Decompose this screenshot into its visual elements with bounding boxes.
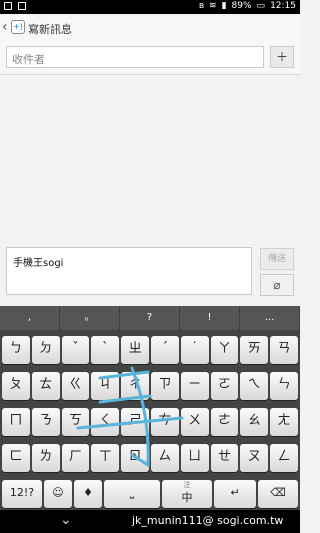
messaging-app-icon[interactable]: +) [11, 20, 25, 34]
key-row-2: ㄆ ㄊ ㄍ ㄐ ㄔ ㄗ ㄧ ㄛ ㄟ ㄣ [2, 372, 298, 400]
watermark: jk_munin111@ sogi.com.tw [132, 514, 284, 527]
compose-field[interactable]: 手機王sogi [6, 247, 252, 295]
key[interactable]: ㄞ [240, 336, 269, 364]
key[interactable]: ㄗ [150, 372, 179, 400]
key[interactable]: ㄇ [2, 408, 30, 436]
key[interactable]: ˇ [61, 336, 90, 364]
punct-key[interactable]: ! [180, 306, 240, 330]
key-row-4: ㄈ ㄌ ㄏ ㄒ ㄖ ㄙ ㄩ ㄝ ㄡ ㄥ [2, 444, 298, 472]
key[interactable]: ㄏ [61, 444, 90, 472]
key[interactable]: ㄛ [210, 372, 239, 400]
add-contact-button[interactable]: ＋ [270, 46, 294, 68]
space-key[interactable]: ⎵ [104, 480, 160, 508]
page-title: 寫新訊息 [28, 23, 72, 36]
emoji-key[interactable]: ☺ [44, 480, 72, 508]
key[interactable]: ㄋ [31, 408, 60, 436]
key[interactable]: ㄟ [240, 372, 269, 400]
key[interactable]: ˙ [180, 336, 209, 364]
signal-icon: ▮ [221, 1, 227, 11]
backspace-key[interactable]: ⌫ [258, 480, 298, 508]
smiley-icon: ☺ [52, 486, 64, 499]
key[interactable]: ˊ [150, 336, 179, 364]
key[interactable]: ㄕ [121, 408, 149, 436]
language-key-label: 中 [181, 491, 193, 504]
punct-key[interactable]: ? [120, 306, 180, 330]
battery-icon: ▭ [256, 1, 266, 11]
key[interactable]: ㄚ [210, 336, 239, 364]
voice-key[interactable]: ♦ [74, 480, 102, 508]
conversation-area [0, 75, 300, 245]
key[interactable]: ㄥ [270, 444, 298, 472]
action-bar: ‹ +) 寫新訊息 [0, 14, 300, 43]
key[interactable]: ㄨ [180, 408, 209, 436]
status-left [4, 2, 26, 10]
key[interactable]: ㄊ [31, 372, 60, 400]
nav-hide-keyboard-icon[interactable]: ⌄ [60, 512, 72, 528]
wifi-icon: ≋ [209, 1, 217, 11]
punct-key[interactable]: ... [240, 306, 300, 330]
key[interactable]: ㄈ [2, 444, 30, 472]
enter-icon: ↵ [230, 486, 240, 499]
key[interactable]: ㄌ [31, 444, 60, 472]
mic-icon: ♦ [83, 486, 93, 499]
key[interactable]: ㄩ [180, 444, 209, 472]
status-bar: ʙ ≋ ▮ 89% ▭ 12:15 [0, 0, 300, 14]
key[interactable]: ㄙ [150, 444, 179, 472]
back-chevron-icon[interactable]: ‹ [2, 19, 8, 35]
key[interactable]: ㄤ [270, 408, 298, 436]
key-row-1: ㄅ ㄉ ˇ ˋ ㄓ ˊ ˙ ㄚ ㄞ ㄢ [2, 336, 298, 364]
bluetooth-icon: ʙ [198, 1, 205, 11]
upload-icon [18, 2, 26, 10]
key[interactable]: ㄉ [31, 336, 60, 364]
nav-bar: ⌄ jk_munin111@ sogi.com.tw [0, 510, 300, 533]
attach-button[interactable]: ⌀ [260, 274, 294, 296]
key[interactable]: ㄢ [270, 336, 298, 364]
send-button[interactable]: 傳送 [260, 248, 294, 270]
key-row-3: ㄇ ㄋ ㄎ ㄑ ㄕ ㄘ ㄨ ㄜ ㄠ ㄤ [2, 408, 298, 436]
key-row-bottom: 12!? ☺ ♦ ⎵ 注 中 ↵ ⌫ [2, 480, 298, 508]
key[interactable]: ㄘ [150, 408, 179, 436]
enter-key[interactable]: ↵ [214, 480, 256, 508]
punct-key[interactable]: , [0, 306, 60, 330]
key[interactable]: ㄜ [210, 408, 239, 436]
clock: 12:15 [270, 1, 296, 11]
keyboard: , 。 ? ! ... ㄅ ㄉ ˇ ˋ ㄓ ˊ ˙ ㄚ ㄞ ㄢ ㄆ ㄊ ㄍ ㄐ … [0, 306, 300, 510]
key[interactable]: ㄝ [210, 444, 239, 472]
recipient-input[interactable]: 收件者 [6, 46, 264, 68]
key[interactable]: ㄧ [180, 372, 209, 400]
key[interactable]: ˋ [91, 336, 120, 364]
notification-icon [4, 2, 12, 10]
backspace-icon: ⌫ [270, 486, 286, 499]
key[interactable]: ㄍ [61, 372, 90, 400]
battery-percent: 89% [231, 1, 252, 11]
paperclip-icon: ⌀ [273, 278, 281, 292]
key[interactable]: ㄐ [91, 372, 120, 400]
key[interactable]: ㄠ [240, 408, 269, 436]
key[interactable]: ㄔ [121, 372, 149, 400]
punct-key[interactable]: 。 [60, 306, 120, 330]
key[interactable]: ㄡ [240, 444, 269, 472]
mode-switch-key[interactable]: 12!? [2, 480, 42, 508]
key[interactable]: ㄅ [2, 336, 30, 364]
key[interactable]: ㄒ [91, 444, 120, 472]
key[interactable]: ㄣ [270, 372, 298, 400]
key[interactable]: ㄖ [121, 444, 149, 472]
language-key[interactable]: 注 中 [162, 480, 212, 508]
key[interactable]: ㄓ [121, 336, 149, 364]
recipient-row: 收件者 ＋ [0, 42, 300, 75]
punctuation-row: , 。 ? ! ... [0, 306, 300, 330]
key[interactable]: ㄆ [2, 372, 30, 400]
person-add-icon: ＋ [275, 50, 288, 64]
language-key-top: 注 [183, 481, 191, 489]
key[interactable]: ㄎ [61, 408, 90, 436]
key[interactable]: ㄑ [91, 408, 120, 436]
status-right: ʙ ≋ ▮ 89% ▭ 12:15 [199, 1, 296, 11]
